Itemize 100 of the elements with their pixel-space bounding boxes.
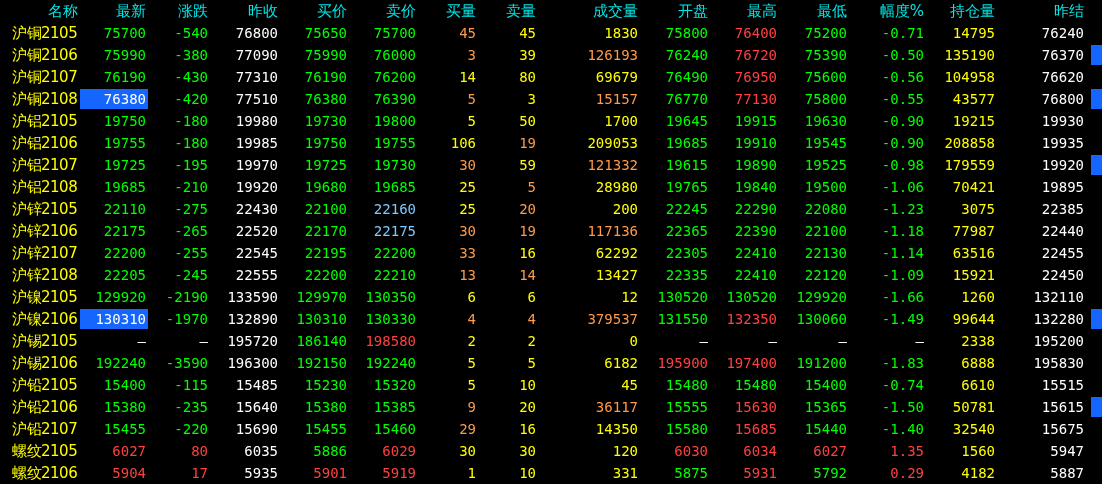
column-header[interactable]: 涨跌 [148, 3, 210, 19]
column-header[interactable]: 名称 [0, 3, 80, 19]
table-cell-text: 77130 [733, 90, 778, 109]
table-cell-text: -115 [173, 376, 209, 395]
table-cell-text: 22210 [372, 266, 417, 285]
table-cell-text: 75800 [803, 90, 848, 109]
table-cell-text: 3075 [960, 200, 996, 219]
table-cell-text: 5 [466, 112, 477, 131]
table-cell-text: -1.18 [880, 222, 925, 241]
table-cell-text: 5904 [111, 464, 147, 483]
table-cell-text: 59 [518, 156, 537, 175]
table-cell-text: 191200 [795, 354, 848, 373]
table-cell-text: 19985 [234, 134, 279, 153]
table-cell-text: 25 [458, 178, 477, 197]
table-cell-text: 192240 [364, 354, 417, 373]
table-cell-text: 3 [526, 90, 537, 109]
table-cell-text: -195 [173, 156, 209, 175]
table-cell-text: 15640 [234, 398, 279, 417]
table-cell-text: 5919 [381, 464, 417, 483]
column-header[interactable]: 买量 [418, 3, 478, 19]
table-cell-text: 19 [518, 222, 537, 241]
table-cell-text: 22245 [664, 200, 709, 219]
table-cell-text: 3 [466, 46, 477, 65]
table-cell-text: 195830 [1032, 354, 1085, 373]
table-cell-text: 197400 [725, 354, 778, 373]
table-cell-text: 19915 [733, 112, 778, 131]
table-cell-text: 104958 [943, 68, 996, 87]
column-header[interactable]: 幅度% [849, 3, 926, 19]
table-cell-text: 沪铅2105 [11, 377, 79, 393]
column-header[interactable]: 最低 [779, 3, 849, 19]
table-cell-text: -0.90 [880, 134, 925, 153]
table-cell-text: 5 [526, 178, 537, 197]
table-cell-text: 6027 [812, 442, 848, 461]
table-cell-text: 2 [526, 332, 537, 351]
table-cell-text: 13 [458, 266, 477, 285]
column-header[interactable]: 持仓量 [926, 3, 997, 19]
table-cell-text: -1.66 [880, 288, 925, 307]
table-cell-text: 15380 [102, 398, 147, 417]
table-cell-text: 19615 [664, 156, 709, 175]
table-cell-text: 22130 [803, 244, 848, 263]
table-cell-text: 76370 [1040, 46, 1085, 65]
table-cell-text: 76800 [1040, 90, 1085, 109]
table-cell-text: 沪铅2107 [11, 421, 79, 437]
column-header[interactable]: 昨结 [997, 3, 1086, 19]
table-cell-text: 19920 [234, 178, 279, 197]
column-header[interactable]: 昨收 [210, 3, 280, 19]
table-cell-text: 77510 [234, 90, 279, 109]
table-cell-text: 10 [518, 376, 537, 395]
table-cell-text: 沪锌2105 [11, 201, 79, 217]
table-cell-text: 4 [526, 310, 537, 329]
table-cell-text: 6034 [742, 442, 778, 461]
column-header[interactable]: 卖量 [478, 3, 538, 19]
column-header[interactable]: 买价 [280, 3, 349, 19]
table-cell-text: 螺纹2106 [11, 465, 79, 481]
table-cell-text: 0.29 [889, 464, 925, 483]
table-cell-text: 29 [458, 420, 477, 439]
table-cell-text: -0.71 [880, 24, 925, 43]
table-cell-text: 132350 [725, 310, 778, 329]
table-cell-text: 19755 [102, 134, 147, 153]
table-cell-text: 117136 [586, 222, 639, 241]
column-header[interactable]: 最新 [80, 3, 148, 19]
table-cell-text: 6029 [381, 442, 417, 461]
table-cell-text: 6610 [960, 376, 996, 395]
table-cell-text: 198580 [364, 332, 417, 351]
column-header[interactable]: 开盘 [640, 3, 710, 19]
table-cell-text: -235 [173, 398, 209, 417]
table-cell-text: — [837, 332, 848, 351]
table-cell-text: 32540 [951, 420, 996, 439]
table-cell-text: 106 [449, 134, 477, 153]
table-cell-text: 6030 [673, 442, 709, 461]
column-header[interactable]: 成交量 [538, 3, 640, 19]
table-cell-text: 130310 [295, 310, 348, 329]
table-cell-text: -275 [173, 200, 209, 219]
table-cell-text: 15580 [664, 420, 709, 439]
table-cell-text: 76770 [664, 90, 709, 109]
table-cell-text: 15630 [733, 398, 778, 417]
table-cell-text: 19545 [803, 134, 848, 153]
table-cell-text: 19725 [303, 156, 348, 175]
table-cell-text: 5792 [812, 464, 848, 483]
table-cell-text: 5 [466, 90, 477, 109]
table-cell-text: — [914, 332, 925, 351]
table-cell-text: 6035 [243, 442, 279, 461]
column-header[interactable]: 卖价 [349, 3, 418, 19]
table-cell-text: 331 [611, 464, 639, 483]
table-cell-text: 80 [190, 442, 209, 461]
table-cell-text: -1970 [164, 310, 209, 329]
table-cell-text: 135190 [943, 46, 996, 65]
table-cell-text: 76800 [234, 24, 279, 43]
column-header[interactable]: 最高 [710, 3, 779, 19]
table-cell-text: 22450 [1040, 266, 1085, 285]
table-cell-text: 16 [518, 244, 537, 263]
table-cell-text: 19730 [303, 112, 348, 131]
table-cell-text: 36117 [594, 398, 639, 417]
table-cell-text: -1.49 [880, 310, 925, 329]
table-cell-text: 22100 [803, 222, 848, 241]
table-cell-text: 69679 [594, 68, 639, 87]
table-cell-text: 121332 [586, 156, 639, 175]
table-cell-text: 15555 [664, 398, 709, 417]
table-cell-text: 195720 [226, 332, 279, 351]
table-cell-text: 15365 [803, 398, 848, 417]
